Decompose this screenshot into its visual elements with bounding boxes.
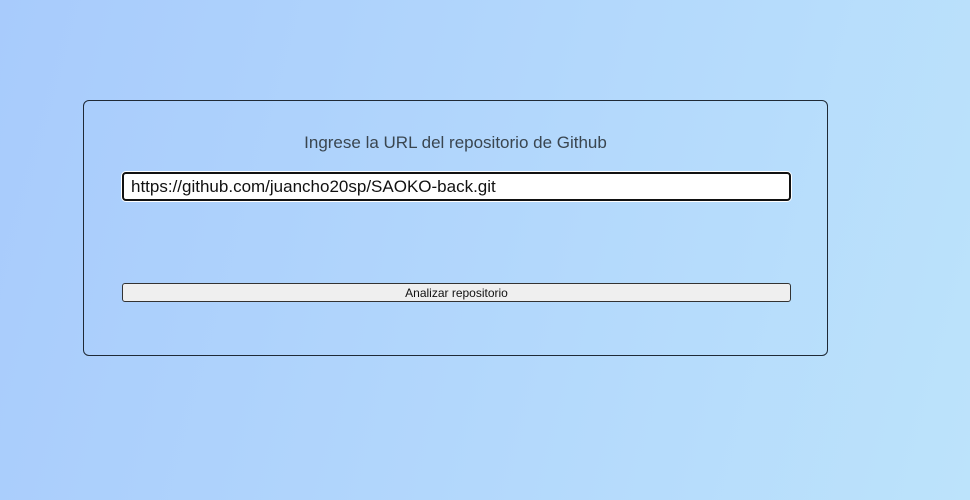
repository-url-input[interactable] xyxy=(122,172,791,201)
analyze-repository-button[interactable]: Analizar repositorio xyxy=(122,283,791,302)
repository-form-card: Ingrese la URL del repositorio de Github… xyxy=(83,100,828,356)
form-title: Ingrese la URL del repositorio de Github xyxy=(304,133,607,152)
